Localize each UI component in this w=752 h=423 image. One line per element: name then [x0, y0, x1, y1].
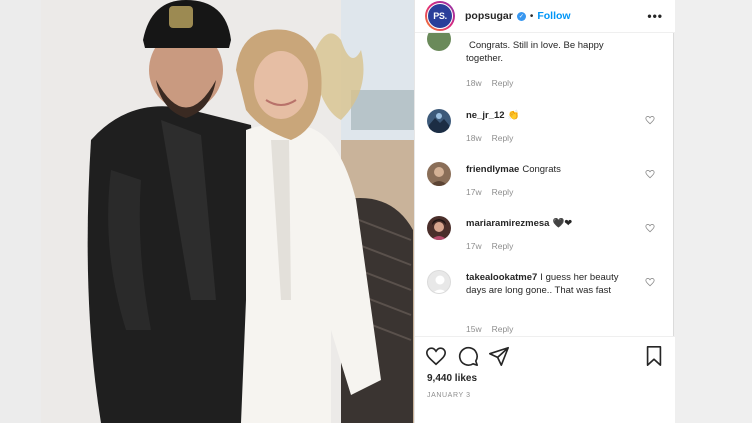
reply-button[interactable]: Reply — [492, 324, 514, 334]
post-side-panel: PS. popsugar ✓ • Follow ••• Congrats. St… — [414, 0, 675, 423]
avatar[interactable]: PS. — [425, 1, 455, 31]
comment-text: ne_jr_12 👏 — [466, 109, 638, 122]
comment-text: friendlymae Congrats — [466, 163, 638, 176]
post-username[interactable]: popsugar — [465, 10, 513, 22]
bookmark-icon[interactable] — [643, 345, 665, 367]
reply-button[interactable]: Reply — [492, 241, 514, 251]
comment-time[interactable]: 18w — [466, 133, 482, 143]
likes-count[interactable]: 9,440 likes — [427, 373, 477, 384]
heart-icon[interactable] — [645, 277, 655, 287]
commenter-avatar[interactable] — [427, 216, 451, 240]
comment-username[interactable]: friendlymae — [466, 164, 519, 175]
heart-icon[interactable] — [645, 115, 655, 125]
follow-button[interactable]: Follow — [537, 10, 570, 22]
comment-meta: 18w Reply — [466, 78, 513, 88]
comment-content: 👏 — [507, 110, 520, 121]
left-backdrop — [0, 0, 41, 423]
separator-dot: • — [529, 10, 534, 22]
comment-content: Congrats. Still in love. Be happy togeth… — [466, 40, 604, 64]
reply-button[interactable]: Reply — [492, 78, 514, 88]
reply-button[interactable]: Reply — [492, 133, 514, 143]
post-header: PS. popsugar ✓ • Follow ••• — [415, 0, 675, 33]
comment-username[interactable]: ne_jr_12 — [466, 110, 505, 121]
comment-username[interactable]: mariaramirezmesa — [466, 218, 549, 229]
comment-username[interactable]: takealookatme7 — [466, 272, 537, 283]
heart-icon[interactable] — [645, 169, 655, 179]
comment-meta: 15w Reply — [466, 324, 513, 334]
commenter-avatar[interactable] — [427, 109, 451, 133]
comment-content: Congrats — [522, 164, 561, 175]
like-heart-icon[interactable] — [425, 345, 447, 367]
comment-meta: 17w Reply — [466, 187, 513, 197]
heart-icon[interactable] — [645, 223, 655, 233]
comment-meta: 18w Reply — [466, 133, 513, 143]
comment-content: 🖤❤ — [552, 218, 573, 229]
post-photo[interactable] — [41, 0, 414, 423]
comment-meta: 17w Reply — [466, 241, 513, 251]
photo-illustration — [41, 0, 414, 423]
post-date: JANUARY 3 — [427, 392, 471, 399]
comment-text: Congrats. Still in love. Be happy togeth… — [466, 39, 638, 65]
reply-button[interactable]: Reply — [492, 187, 514, 197]
comment-text: mariaramirezmesa 🖤❤ — [466, 217, 638, 230]
more-icon[interactable]: ••• — [647, 9, 663, 23]
comment-time[interactable]: 17w — [466, 241, 482, 251]
comment-time[interactable]: 18w — [466, 78, 482, 88]
comment-icon[interactable] — [457, 345, 479, 367]
share-icon[interactable] — [488, 345, 510, 367]
commenter-avatar[interactable] — [427, 33, 451, 51]
verified-badge-icon: ✓ — [516, 11, 526, 21]
avatar-logo: PS. — [427, 3, 453, 29]
commenter-avatar[interactable] — [427, 270, 451, 294]
comments-list[interactable]: Congrats. Still in love. Be happy togeth… — [415, 33, 675, 336]
comment-time[interactable]: 17w — [466, 187, 482, 197]
right-backdrop — [674, 0, 752, 423]
commenter-avatar[interactable] — [427, 162, 451, 186]
post-actions: 9,440 likes JANUARY 3 — [415, 336, 675, 423]
comment-text: takealookatme7 I guess her beauty days ar… — [466, 271, 638, 297]
comment-time[interactable]: 15w — [466, 324, 482, 334]
instagram-post-view: PS. popsugar ✓ • Follow ••• Congrats. St… — [0, 0, 752, 423]
